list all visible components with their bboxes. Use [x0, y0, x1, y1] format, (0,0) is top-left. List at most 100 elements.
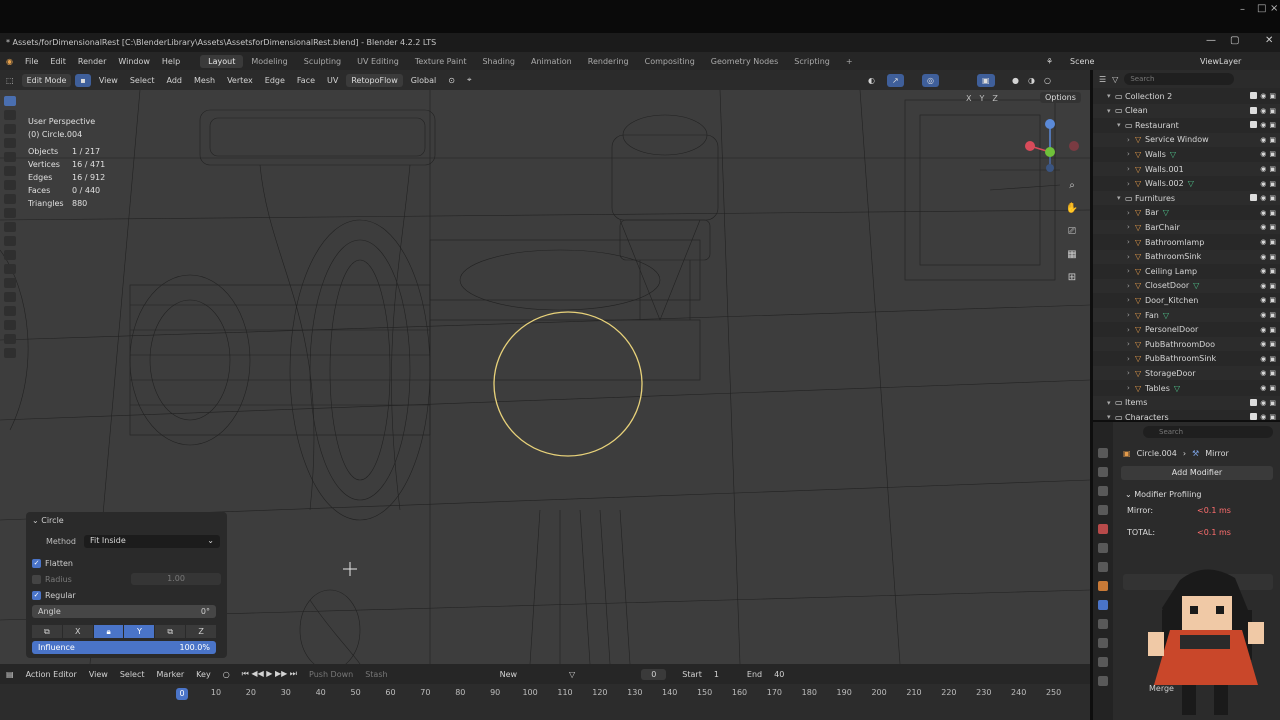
- chevron-right-icon[interactable]: ›: [1127, 369, 1135, 377]
- regular-checkbox[interactable]: ✓: [32, 590, 41, 600]
- exclude-checkbox[interactable]: [1250, 106, 1258, 114]
- scale-tool-icon[interactable]: [4, 152, 16, 162]
- navigation-gizmo[interactable]: [1024, 116, 1082, 174]
- tab-scripting[interactable]: Scripting: [786, 55, 838, 68]
- outliner-type-icon[interactable]: ☰: [1099, 75, 1106, 84]
- eye-icon[interactable]: ◉: [1260, 267, 1266, 275]
- view-layer-tab-icon[interactable]: [1098, 505, 1108, 515]
- eye-icon[interactable]: ◉: [1260, 165, 1266, 173]
- axis-x-toggle[interactable]: X: [62, 624, 93, 638]
- render-camera-icon[interactable]: ▣: [1269, 384, 1276, 392]
- eye-icon[interactable]: ◉: [1260, 209, 1266, 217]
- pivot-icon[interactable]: ⊙: [442, 76, 461, 85]
- angle-field[interactable]: Angle 0°: [32, 604, 216, 618]
- render-camera-icon[interactable]: ▣: [1269, 121, 1276, 129]
- new-action-button[interactable]: New: [494, 670, 523, 679]
- eye-icon[interactable]: ◉: [1260, 180, 1266, 188]
- eye-icon[interactable]: ◉: [1260, 238, 1266, 246]
- tab-geometry-nodes[interactable]: Geometry Nodes: [703, 55, 786, 68]
- filter-icon[interactable]: ▽: [563, 670, 581, 679]
- measure-tool-icon[interactable]: [4, 194, 16, 204]
- timeline-menu-view[interactable]: View: [83, 670, 114, 679]
- menu-edit[interactable]: Edit: [44, 57, 72, 66]
- outliner-item[interactable]: ▾ ▭ Collection 2 ◉ ▣: [1093, 89, 1280, 103]
- eye-icon[interactable]: ◉: [1260, 340, 1266, 348]
- knife-tool-icon[interactable]: [4, 264, 16, 274]
- gizmo-toggle-icon[interactable]: ↗: [887, 73, 904, 87]
- visibility-icon[interactable]: ◐: [862, 76, 881, 85]
- pan-hand-icon[interactable]: ✋: [1064, 203, 1080, 217]
- eye-icon[interactable]: ◉: [1260, 282, 1266, 290]
- stash-button[interactable]: Stash: [359, 670, 393, 679]
- chevron-right-icon[interactable]: ›: [1127, 326, 1135, 334]
- render-camera-icon[interactable]: ▣: [1269, 267, 1276, 275]
- eye-icon[interactable]: ◉: [1260, 369, 1266, 377]
- eye-icon[interactable]: ◉: [1260, 355, 1266, 363]
- axis-y-toggle[interactable]: Y: [124, 624, 155, 638]
- outliner-item[interactable]: ▾ ▭ Characters ◉ ▣: [1093, 410, 1280, 420]
- particles-tab-icon[interactable]: [1098, 619, 1108, 629]
- camera-icon[interactable]: ⎚: [1064, 226, 1080, 240]
- physics-tab-icon[interactable]: [1098, 638, 1108, 648]
- outliner-item[interactable]: ▾ ▭ Items ◉ ▣: [1093, 395, 1280, 410]
- render-camera-icon[interactable]: ▣: [1269, 399, 1276, 407]
- menu-mesh[interactable]: Mesh: [188, 76, 221, 85]
- render-camera-icon[interactable]: ▣: [1269, 180, 1276, 188]
- inset-tool-icon[interactable]: [4, 222, 16, 232]
- constraints-tab-icon[interactable]: [1098, 657, 1108, 667]
- radius-field[interactable]: 1.00: [131, 573, 221, 585]
- minimize-icon[interactable]: –: [1240, 4, 1245, 15]
- axis-z-toggle[interactable]: Z: [186, 624, 216, 638]
- eye-icon[interactable]: ◉: [1260, 136, 1266, 144]
- output-tab-icon[interactable]: [1098, 486, 1108, 496]
- timeline-menu-marker[interactable]: Marker: [151, 670, 191, 679]
- eye-icon[interactable]: ◉: [1260, 194, 1266, 202]
- menu-face[interactable]: Face: [291, 76, 321, 85]
- exclude-checkbox[interactable]: [1250, 92, 1258, 99]
- eye-icon[interactable]: ◉: [1260, 326, 1266, 334]
- tab-shading[interactable]: Shading: [474, 55, 523, 68]
- extrude-tool-icon[interactable]: [4, 208, 16, 218]
- frame-field[interactable]: 0: [641, 668, 667, 680]
- lock-icon[interactable]: 🔒︎: [93, 624, 124, 638]
- radius-row[interactable]: Radius 1.00: [32, 571, 221, 587]
- timeline-menu-select[interactable]: Select: [114, 670, 151, 679]
- expand-arrow-icon[interactable]: ▾: [1107, 107, 1115, 115]
- flatten-checkbox[interactable]: ✓: [32, 558, 41, 568]
- outliner-item[interactable]: › ▽ Bathroomlamp ◉ ▣: [1093, 235, 1280, 249]
- outliner-item[interactable]: › ▽ Fan ▽ ◉ ▣: [1093, 308, 1280, 322]
- object-tab-icon[interactable]: [1098, 581, 1108, 591]
- render-camera-icon[interactable]: ▣: [1269, 238, 1276, 246]
- outliner-item[interactable]: › ▽ PersonelDoor ◉ ▣: [1093, 323, 1280, 337]
- timeline-menu-key[interactable]: Key: [190, 670, 217, 679]
- outliner-item[interactable]: › ▽ Tables ▽ ◉ ▣: [1093, 381, 1280, 395]
- tab-sculpting[interactable]: Sculpting: [296, 55, 349, 68]
- start-field[interactable]: 1: [708, 670, 725, 679]
- eye-icon[interactable]: ◉: [1260, 150, 1266, 158]
- menu-vertex[interactable]: Vertex: [221, 76, 259, 85]
- outliner-item[interactable]: ▾ ▭ Clean ◉ ▣: [1093, 103, 1280, 118]
- editor-mode-select[interactable]: Action Editor: [20, 670, 83, 679]
- chevron-right-icon[interactable]: ›: [1127, 165, 1135, 173]
- render-camera-icon[interactable]: ▣: [1269, 311, 1276, 319]
- loopcut-tool-icon[interactable]: [4, 250, 16, 260]
- flatten-row[interactable]: ✓ Flatten: [32, 555, 221, 571]
- tab-compositing[interactable]: Compositing: [637, 55, 703, 68]
- chevron-right-icon[interactable]: ›: [1127, 267, 1135, 275]
- data-tab-icon[interactable]: [1098, 676, 1108, 686]
- overlay-toggle-icon[interactable]: ◎: [922, 73, 939, 87]
- render-camera-icon[interactable]: ▣: [1269, 92, 1276, 100]
- eye-icon[interactable]: ◉: [1260, 92, 1266, 100]
- close-icon[interactable]: ×: [1270, 3, 1278, 14]
- tool-tab-icon[interactable]: [1098, 448, 1108, 458]
- scene-name[interactable]: Scene: [1070, 57, 1094, 66]
- tab-uv-editing[interactable]: UV Editing: [349, 55, 407, 68]
- tab-rendering[interactable]: Rendering: [580, 55, 637, 68]
- influence-slider[interactable]: Influence 100.0%: [32, 640, 216, 654]
- chevron-right-icon[interactable]: ›: [1127, 296, 1135, 304]
- axis-z-lock-icon[interactable]: ⧉: [155, 624, 186, 638]
- mode-select[interactable]: Edit Mode: [21, 73, 72, 87]
- render-camera-icon[interactable]: ▣: [1269, 107, 1276, 115]
- tab-texture-paint[interactable]: Texture Paint: [407, 55, 475, 68]
- polybuild-tool-icon[interactable]: [4, 278, 16, 288]
